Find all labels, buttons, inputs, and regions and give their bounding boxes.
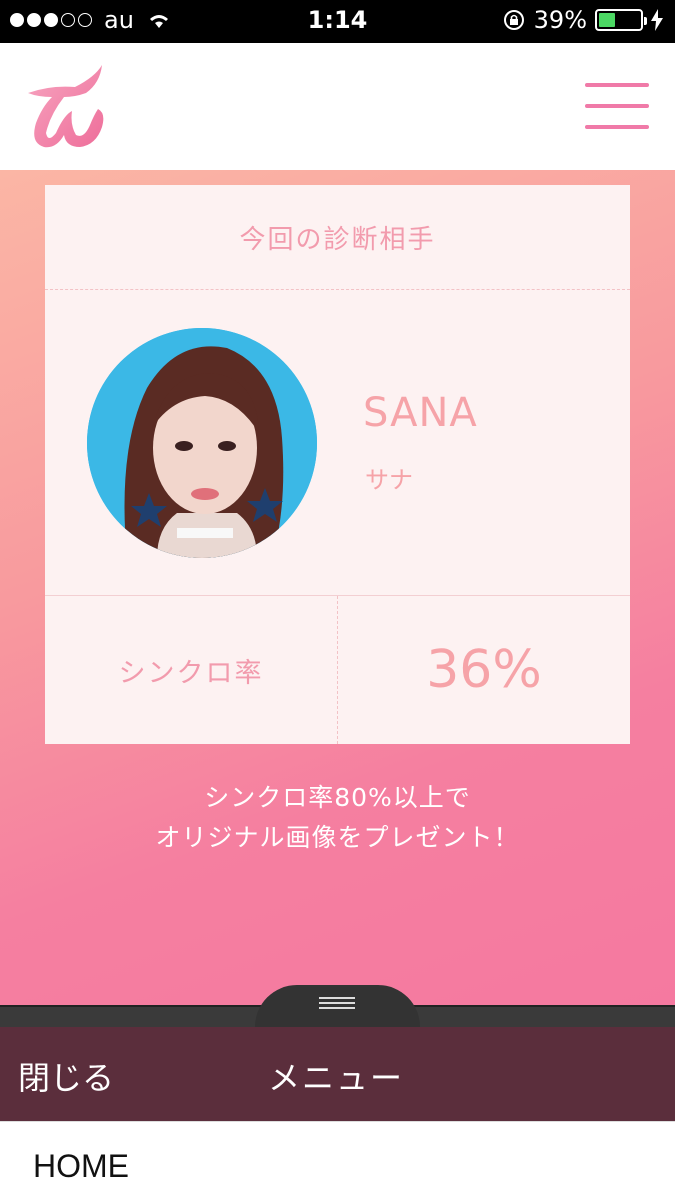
card-heading: 今回の診断相手	[45, 185, 630, 290]
close-menu-button[interactable]: 閉じる	[18, 1053, 114, 1099]
member-name-en: SANA	[363, 390, 478, 436]
drawer-handle[interactable]	[255, 985, 420, 1027]
status-right: 39%	[502, 6, 663, 34]
twice-logo-icon[interactable]	[20, 63, 120, 153]
member-portrait-image	[87, 328, 317, 558]
diagnosis-card: 今回の診断相手 SANA サナ シンクロ率 36%	[45, 185, 630, 744]
member-profile: SANA サナ	[45, 290, 630, 596]
menu-item-home[interactable]: HOME	[0, 1121, 675, 1200]
member-name-jp: サナ	[365, 466, 413, 494]
main-content: 今回の診断相手 SANA サナ シンクロ率 36% シンクロ率80%以上で オリ…	[0, 170, 675, 1005]
promo-text: シンクロ率80%以上で オリジナル画像をプレゼント！	[0, 778, 675, 858]
menu-item-label: HOME	[33, 1148, 129, 1184]
battery-icon	[595, 9, 647, 31]
promo-line-1: シンクロ率80%以上で	[204, 783, 471, 812]
hamburger-menu-icon[interactable]	[585, 83, 649, 131]
menu-title: メニュー	[268, 1059, 405, 1097]
promo-line-2: オリジナル画像をプレゼント！	[155, 823, 520, 852]
menu-header: 閉じる メニュー	[0, 1027, 675, 1121]
member-avatar	[87, 328, 317, 558]
rotation-lock-icon	[503, 10, 524, 30]
charging-bolt-icon	[651, 9, 663, 31]
sync-rate-value: 36%	[426, 640, 542, 700]
battery-percent: 39%	[533, 6, 587, 34]
sync-rate-label: シンクロ率	[45, 596, 338, 744]
status-bar: au 1:14 39%	[0, 0, 675, 43]
sync-rate-row: シンクロ率 36%	[45, 596, 630, 744]
app-header	[0, 43, 675, 170]
drag-handle-icon	[319, 997, 355, 1012]
